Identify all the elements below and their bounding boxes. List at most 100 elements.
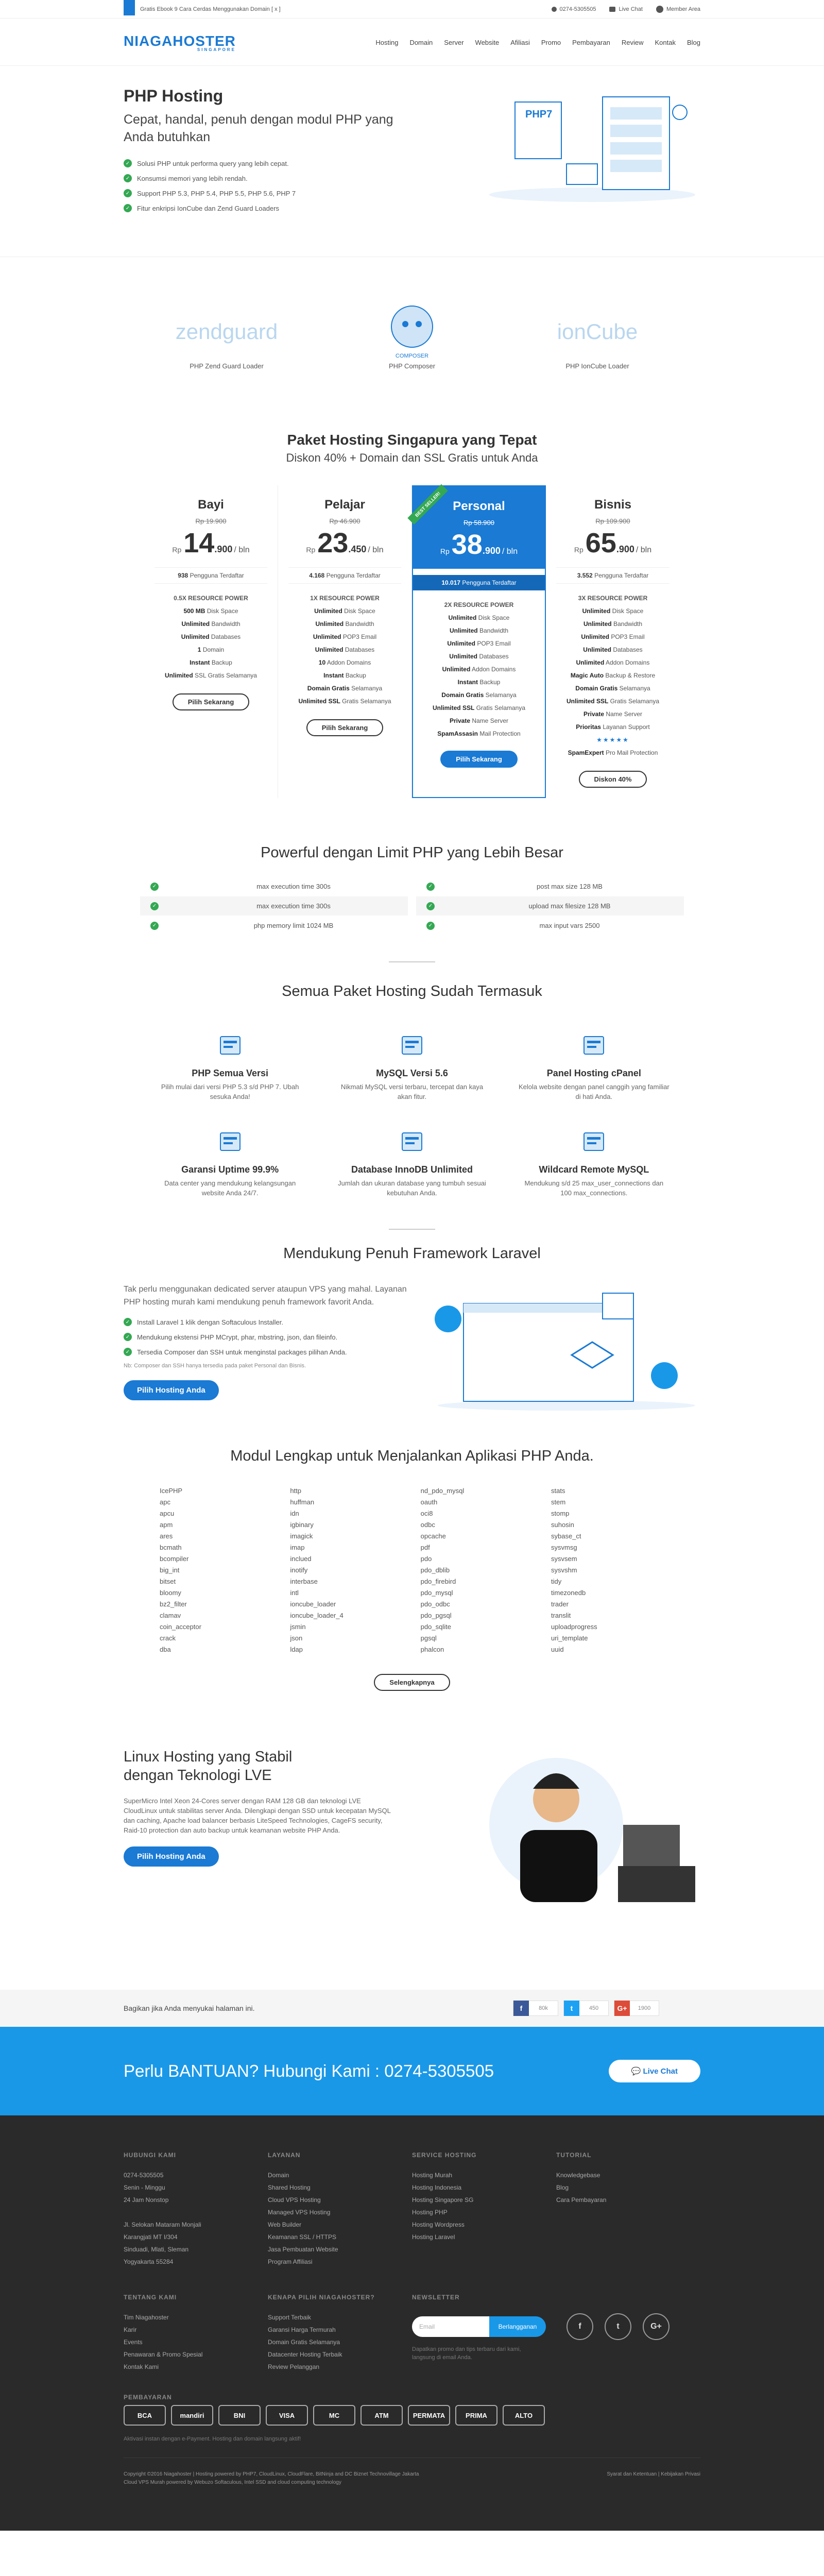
- plan-name: Bayi: [198, 498, 224, 512]
- footer-link[interactable]: Garansi Harga Termurah: [268, 2324, 412, 2336]
- choose-hosting-button[interactable]: Pilih Hosting Anda: [124, 1846, 219, 1867]
- footer-col-c6: KENAPA PILIH NIAGAHOSTER? Support Terbaik…: [268, 2294, 412, 2373]
- plan-select-button[interactable]: Pilih Sekarang: [440, 751, 518, 768]
- check-icon: ✓: [124, 189, 132, 197]
- plan-card-personal: BEST SELLER! Personal Rp 58.900 Rp 38.900…: [407, 484, 546, 798]
- footer-link: Jl. Selokan Mataram Monjali: [124, 2221, 201, 2228]
- nav-server[interactable]: Server: [444, 39, 464, 46]
- footer-link[interactable]: Web Builder: [268, 2218, 412, 2231]
- list-item: pdo_firebird: [420, 1578, 456, 1585]
- footer-link[interactable]: Cara Pembayaran: [556, 2194, 700, 2206]
- pricing-subtitle: Diskon 40% + Domain dan SSL Gratis untuk…: [286, 451, 538, 464]
- share-bar: Bagikan jika Anda menyukai halaman ini. …: [0, 1990, 824, 2027]
- subscribe-button[interactable]: Berlangganan: [489, 2316, 546, 2337]
- plan-resource: 3X RESOURCE POWER: [578, 595, 648, 602]
- footer-link[interactable]: Knowledgebase: [556, 2169, 700, 2181]
- footer-link[interactable]: Managed VPS Hosting: [268, 2206, 412, 2218]
- loader-zend: zendguard PHP Zend Guard Loader: [167, 309, 286, 370]
- footer-link[interactable]: Datacenter Hosting Terbaik: [268, 2348, 412, 2361]
- plan-feature: Unlimited Databases: [449, 653, 509, 660]
- list-item: imap: [290, 1544, 305, 1551]
- live-chat-link[interactable]: Live Chat: [609, 6, 643, 12]
- nav-website[interactable]: Website: [475, 39, 500, 46]
- payment-logo: VISA: [266, 2405, 308, 2426]
- footer-link[interactable]: Shared Hosting: [268, 2181, 412, 2194]
- remote-mysql-icon: [578, 1127, 609, 1156]
- phone-link[interactable]: 0274-5305505: [551, 6, 596, 12]
- plan-select-button[interactable]: Pilih Sekarang: [306, 719, 384, 736]
- footer-link[interactable]: Hosting Murah: [412, 2169, 556, 2181]
- nav-pembayaran[interactable]: Pembayaran: [572, 39, 610, 46]
- composer-logo: COMPOSER: [353, 306, 471, 359]
- list-item: uploadprogress: [551, 1623, 597, 1631]
- list-item: oauth: [420, 1498, 438, 1506]
- module-column: IcePHP apc apcu apm ares bcmath bcompiler big_i…: [160, 1485, 273, 1655]
- check-icon: ✓: [124, 1318, 132, 1326]
- footer-link[interactable]: Hosting Singapore SG: [412, 2194, 556, 2206]
- phone-icon: [551, 7, 557, 12]
- plan-select-button[interactable]: Pilih Sekarang: [172, 693, 250, 710]
- plan-card-bayi: Bayi Rp 19.900 Rp 14.900/ bln 938 Penggun…: [144, 485, 278, 798]
- nav-domain[interactable]: Domain: [409, 39, 433, 46]
- see-more-button[interactable]: Selengkapnya: [374, 1674, 450, 1691]
- footer-link[interactable]: Karir: [124, 2324, 268, 2336]
- choose-hosting-button[interactable]: Pilih Hosting Anda: [124, 1380, 219, 1400]
- list-item: inotify: [290, 1566, 308, 1574]
- footer-link[interactable]: Cloud VPS Hosting: [268, 2194, 412, 2206]
- module-column: http huffman idn igbinary imagick imap inclued…: [290, 1485, 403, 1655]
- nav-kontak[interactable]: Kontak: [655, 39, 675, 46]
- share-text: Bagikan jika Anda menyukai halaman ini.: [124, 2004, 255, 2012]
- footer-link: Senin - Minggu: [124, 2184, 165, 2191]
- plan-old-price: Rp 109.900: [595, 517, 630, 525]
- twitter-icon[interactable]: t: [605, 2313, 631, 2340]
- laravel-title: Mendukung Penuh Framework Laravel: [283, 1245, 541, 1262]
- footer-link[interactable]: Tim Niagahoster: [124, 2311, 268, 2324]
- twitter-share-button[interactable]: t 450: [563, 2001, 609, 2016]
- plan-price: Rp 14.900/ bln: [172, 528, 250, 558]
- terms-links[interactable]: Syarat dan Ketentuan | Kebijakan Privasi: [607, 2470, 700, 2487]
- footer-col-c4: TUTORIAL Knowledgebase Blog Cara Pembayaran: [556, 2151, 700, 2268]
- plan-feature: Unlimited POP3 Email: [447, 640, 511, 647]
- logo[interactable]: NIAGAHOSTER SINGAPORE: [124, 33, 236, 52]
- plan-feature: Instant Backup: [457, 679, 501, 686]
- footer-link[interactable]: Hosting Indonesia: [412, 2181, 556, 2194]
- footer-link[interactable]: Support Terbaik: [268, 2311, 412, 2324]
- nav-blog[interactable]: Blog: [687, 39, 700, 46]
- footer-link[interactable]: Blog: [556, 2181, 700, 2194]
- footer-link[interactable]: Domain Gratis Selamanya: [268, 2336, 412, 2348]
- facebook-icon[interactable]: f: [566, 2313, 593, 2340]
- footer-link[interactable]: Domain: [268, 2169, 412, 2181]
- nav-afiliasi[interactable]: Afiliasi: [510, 39, 530, 46]
- list-item: IcePHP: [160, 1487, 183, 1495]
- footer-link: Sinduadi, Mlati, Sleman: [124, 2246, 189, 2253]
- nav-promo[interactable]: Promo: [541, 39, 561, 46]
- payment-note: Aktivasi instan dengan e-Payment. Hostin…: [124, 2436, 301, 2442]
- plan-feature: Unlimited Bandwidth: [583, 620, 643, 628]
- plan-resource: 0.5X RESOURCE POWER: [174, 595, 248, 602]
- googleplus-share-button[interactable]: G+ 1900: [614, 2001, 659, 2016]
- newsletter-email-input[interactable]: Email: [412, 2316, 489, 2337]
- nav-hosting[interactable]: Hosting: [375, 39, 398, 46]
- footer-link[interactable]: Hosting Laravel: [412, 2231, 556, 2243]
- member-area-link[interactable]: Member Area: [656, 6, 700, 13]
- footer-link[interactable]: Jasa Pembuatan Website: [268, 2243, 412, 2256]
- footer-link[interactable]: Hosting PHP: [412, 2206, 556, 2218]
- nav-review[interactable]: Review: [622, 39, 644, 46]
- hero-section: PHP Hosting Cepat, handal, penuh dengan …: [0, 66, 824, 257]
- facebook-share-button[interactable]: f 80k: [513, 2001, 558, 2016]
- footer-link[interactable]: Kontak Kami: [124, 2361, 268, 2373]
- live-chat-button[interactable]: 💬 Live Chat: [608, 2060, 700, 2082]
- plan-select-button[interactable]: Diskon 40%: [578, 771, 647, 788]
- footer-link[interactable]: Review Pelanggan: [268, 2361, 412, 2373]
- footer-link[interactable]: Program Affiliasi: [268, 2256, 412, 2268]
- module-column: nd_pdo_mysql oauth oci8 odbc opcache pdf pdo pd…: [421, 1485, 534, 1655]
- list-item: sybase_ct: [551, 1532, 581, 1540]
- footer-link[interactable]: Events: [124, 2336, 268, 2348]
- ebook-link[interactable]: Gratis Ebook 9 Cara Cerdas Menggunakan D…: [140, 6, 281, 12]
- footer-link[interactable]: Hosting Wordpress: [412, 2218, 556, 2231]
- footer-link[interactable]: Keamanan SSL / HTTPS: [268, 2231, 412, 2243]
- svg-text:COMPOSER: COMPOSER: [396, 353, 428, 359]
- footer-link[interactable]: Penawaran & Promo Spesial: [124, 2348, 268, 2361]
- googleplus-icon[interactable]: G+: [643, 2313, 670, 2340]
- plan-feature: Unlimited SSL Gratis Selamanya: [432, 704, 526, 711]
